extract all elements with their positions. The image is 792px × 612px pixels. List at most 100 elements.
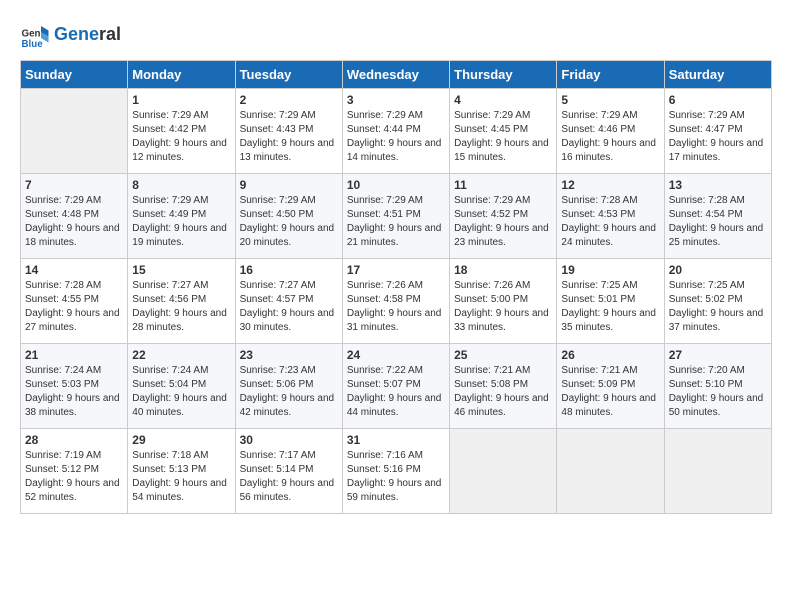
sunrise-label: Sunrise: 7:26 AM — [454, 280, 530, 291]
day-cell: 18 Sunrise: 7:26 AM Sunset: 5:00 PM Dayl… — [450, 259, 557, 344]
day-number: 14 — [25, 263, 123, 277]
sunset-label: Sunset: 4:50 PM — [240, 209, 314, 220]
sunrise-label: Sunrise: 7:27 AM — [132, 280, 208, 291]
daylight-label: Daylight: 9 hours and 33 minutes. — [454, 308, 549, 333]
day-number: 15 — [132, 263, 230, 277]
day-info: Sunrise: 7:29 AM Sunset: 4:50 PM Dayligh… — [240, 194, 338, 250]
day-cell: 10 Sunrise: 7:29 AM Sunset: 4:51 PM Dayl… — [342, 174, 449, 259]
header-wednesday: Wednesday — [342, 61, 449, 89]
week-row-5: 28 Sunrise: 7:19 AM Sunset: 5:12 PM Dayl… — [21, 429, 772, 514]
day-cell: 17 Sunrise: 7:26 AM Sunset: 4:58 PM Dayl… — [342, 259, 449, 344]
sunset-label: Sunset: 5:09 PM — [561, 379, 635, 390]
sunset-label: Sunset: 4:55 PM — [25, 294, 99, 305]
day-info: Sunrise: 7:27 AM Sunset: 4:57 PM Dayligh… — [240, 279, 338, 335]
sunrise-label: Sunrise: 7:21 AM — [561, 365, 637, 376]
daylight-label: Daylight: 9 hours and 18 minutes. — [25, 223, 120, 248]
sunrise-label: Sunrise: 7:29 AM — [240, 195, 316, 206]
day-number: 7 — [25, 178, 123, 192]
day-number: 4 — [454, 93, 552, 107]
sunset-label: Sunset: 4:42 PM — [132, 124, 206, 135]
day-cell: 19 Sunrise: 7:25 AM Sunset: 5:01 PM Dayl… — [557, 259, 664, 344]
daylight-label: Daylight: 9 hours and 27 minutes. — [25, 308, 120, 333]
day-cell: 5 Sunrise: 7:29 AM Sunset: 4:46 PM Dayli… — [557, 89, 664, 174]
sunrise-label: Sunrise: 7:29 AM — [240, 110, 316, 121]
sunset-label: Sunset: 5:16 PM — [347, 464, 421, 475]
day-info: Sunrise: 7:29 AM Sunset: 4:44 PM Dayligh… — [347, 109, 445, 165]
sunrise-label: Sunrise: 7:18 AM — [132, 450, 208, 461]
sunset-label: Sunset: 4:43 PM — [240, 124, 314, 135]
sunset-label: Sunset: 4:49 PM — [132, 209, 206, 220]
sunset-label: Sunset: 4:46 PM — [561, 124, 635, 135]
day-info: Sunrise: 7:25 AM Sunset: 5:01 PM Dayligh… — [561, 279, 659, 335]
day-number: 3 — [347, 93, 445, 107]
sunset-label: Sunset: 5:12 PM — [25, 464, 99, 475]
sunrise-label: Sunrise: 7:29 AM — [454, 110, 530, 121]
sunrise-label: Sunrise: 7:25 AM — [561, 280, 637, 291]
sunset-label: Sunset: 5:08 PM — [454, 379, 528, 390]
day-number: 21 — [25, 348, 123, 362]
day-cell: 22 Sunrise: 7:24 AM Sunset: 5:04 PM Dayl… — [128, 344, 235, 429]
day-number: 17 — [347, 263, 445, 277]
day-number: 20 — [669, 263, 767, 277]
day-info: Sunrise: 7:29 AM Sunset: 4:48 PM Dayligh… — [25, 194, 123, 250]
day-cell: 11 Sunrise: 7:29 AM Sunset: 4:52 PM Dayl… — [450, 174, 557, 259]
day-cell: 4 Sunrise: 7:29 AM Sunset: 4:45 PM Dayli… — [450, 89, 557, 174]
day-number: 31 — [347, 433, 445, 447]
daylight-label: Daylight: 9 hours and 12 minutes. — [132, 138, 227, 163]
daylight-label: Daylight: 9 hours and 52 minutes. — [25, 478, 120, 503]
day-number: 9 — [240, 178, 338, 192]
day-info: Sunrise: 7:19 AM Sunset: 5:12 PM Dayligh… — [25, 449, 123, 505]
daylight-label: Daylight: 9 hours and 46 minutes. — [454, 393, 549, 418]
day-cell: 21 Sunrise: 7:24 AM Sunset: 5:03 PM Dayl… — [21, 344, 128, 429]
header-row: SundayMondayTuesdayWednesdayThursdayFrid… — [21, 61, 772, 89]
sunrise-label: Sunrise: 7:29 AM — [25, 195, 101, 206]
day-cell: 8 Sunrise: 7:29 AM Sunset: 4:49 PM Dayli… — [128, 174, 235, 259]
day-info: Sunrise: 7:21 AM Sunset: 5:08 PM Dayligh… — [454, 364, 552, 420]
day-cell: 27 Sunrise: 7:20 AM Sunset: 5:10 PM Dayl… — [664, 344, 771, 429]
day-cell: 1 Sunrise: 7:29 AM Sunset: 4:42 PM Dayli… — [128, 89, 235, 174]
daylight-label: Daylight: 9 hours and 25 minutes. — [669, 223, 764, 248]
sunset-label: Sunset: 4:58 PM — [347, 294, 421, 305]
day-cell: 15 Sunrise: 7:27 AM Sunset: 4:56 PM Dayl… — [128, 259, 235, 344]
daylight-label: Daylight: 9 hours and 28 minutes. — [132, 308, 227, 333]
sunset-label: Sunset: 4:57 PM — [240, 294, 314, 305]
day-number: 23 — [240, 348, 338, 362]
page-header: Gene Blue General — [20, 20, 772, 50]
day-number: 5 — [561, 93, 659, 107]
daylight-label: Daylight: 9 hours and 30 minutes. — [240, 308, 335, 333]
sunset-label: Sunset: 5:03 PM — [25, 379, 99, 390]
sunrise-label: Sunrise: 7:29 AM — [454, 195, 530, 206]
sunset-label: Sunset: 5:06 PM — [240, 379, 314, 390]
day-info: Sunrise: 7:29 AM Sunset: 4:45 PM Dayligh… — [454, 109, 552, 165]
day-cell: 6 Sunrise: 7:29 AM Sunset: 4:47 PM Dayli… — [664, 89, 771, 174]
header-friday: Friday — [557, 61, 664, 89]
sunset-label: Sunset: 4:48 PM — [25, 209, 99, 220]
day-number: 6 — [669, 93, 767, 107]
day-number: 13 — [669, 178, 767, 192]
sunrise-label: Sunrise: 7:28 AM — [669, 195, 745, 206]
header-monday: Monday — [128, 61, 235, 89]
sunrise-label: Sunrise: 7:22 AM — [347, 365, 423, 376]
daylight-label: Daylight: 9 hours and 23 minutes. — [454, 223, 549, 248]
sunset-label: Sunset: 5:02 PM — [669, 294, 743, 305]
daylight-label: Daylight: 9 hours and 19 minutes. — [132, 223, 227, 248]
sunrise-label: Sunrise: 7:25 AM — [669, 280, 745, 291]
sunset-label: Sunset: 5:13 PM — [132, 464, 206, 475]
sunrise-label: Sunrise: 7:29 AM — [347, 110, 423, 121]
day-cell: 29 Sunrise: 7:18 AM Sunset: 5:13 PM Dayl… — [128, 429, 235, 514]
daylight-label: Daylight: 9 hours and 20 minutes. — [240, 223, 335, 248]
day-cell: 2 Sunrise: 7:29 AM Sunset: 4:43 PM Dayli… — [235, 89, 342, 174]
day-number: 1 — [132, 93, 230, 107]
day-cell: 9 Sunrise: 7:29 AM Sunset: 4:50 PM Dayli… — [235, 174, 342, 259]
day-cell — [664, 429, 771, 514]
day-cell: 12 Sunrise: 7:28 AM Sunset: 4:53 PM Dayl… — [557, 174, 664, 259]
day-cell: 23 Sunrise: 7:23 AM Sunset: 5:06 PM Dayl… — [235, 344, 342, 429]
sunrise-label: Sunrise: 7:26 AM — [347, 280, 423, 291]
day-info: Sunrise: 7:29 AM Sunset: 4:46 PM Dayligh… — [561, 109, 659, 165]
day-info: Sunrise: 7:16 AM Sunset: 5:16 PM Dayligh… — [347, 449, 445, 505]
daylight-label: Daylight: 9 hours and 37 minutes. — [669, 308, 764, 333]
sunrise-label: Sunrise: 7:29 AM — [132, 195, 208, 206]
day-info: Sunrise: 7:17 AM Sunset: 5:14 PM Dayligh… — [240, 449, 338, 505]
day-number: 8 — [132, 178, 230, 192]
day-cell: 30 Sunrise: 7:17 AM Sunset: 5:14 PM Dayl… — [235, 429, 342, 514]
